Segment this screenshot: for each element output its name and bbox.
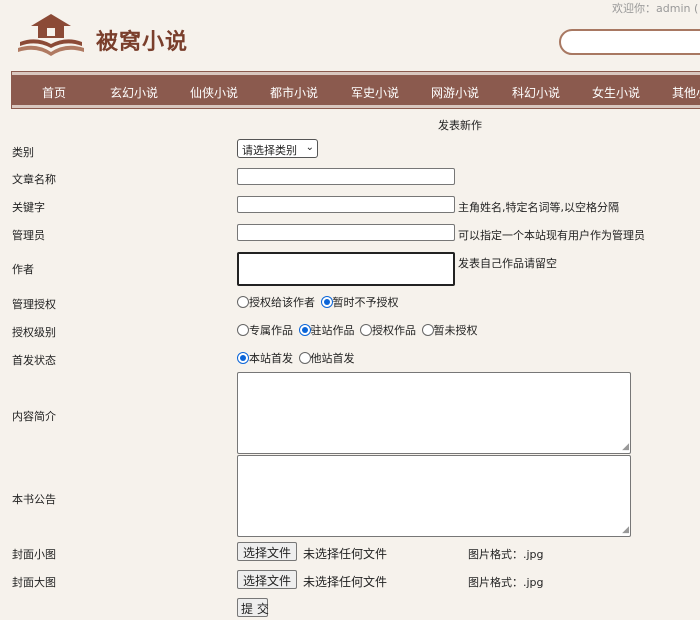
keywords-input[interactable] [237, 196, 455, 213]
cover-small-file-button[interactable]: 选择文件 [237, 542, 298, 561]
auth-manage-option-none[interactable]: 暂时不予授权 [320, 294, 399, 310]
cover-large-label: 封面大图 [12, 576, 56, 589]
submit-button[interactable]: 提 交 [237, 598, 269, 617]
cover-large-file-button[interactable]: 选择文件 [237, 570, 298, 589]
page-title: 发表新作 [438, 119, 482, 132]
nav-item-wangyou[interactable]: 网游小说 [431, 84, 479, 101]
cover-large-format: 图片格式：.jpg [468, 576, 544, 589]
admin-hint: 可以指定一个本站现有用户作为管理员 [458, 229, 645, 242]
author-hint: 发表自己作品请留空 [458, 257, 557, 270]
title-input[interactable] [237, 168, 455, 185]
radio-checked-icon[interactable] [298, 324, 311, 336]
nav-item-junshi[interactable]: 军史小说 [351, 84, 399, 101]
resize-grip-icon[interactable]: ◢ [622, 526, 629, 535]
author-input[interactable] [237, 252, 455, 286]
auth-level-option-licensed[interactable]: 授权作品 [360, 322, 416, 338]
auth-manage-option-author[interactable]: 授权给该作者 [237, 294, 315, 310]
intro-label: 内容简介 [12, 410, 56, 423]
keywords-hint: 主角姓名,特定名词等,以空格分隔 [458, 201, 619, 214]
first-pub-label: 首发状态 [12, 354, 56, 367]
nav-item-xuanhuan[interactable]: 玄幻小说 [110, 84, 158, 101]
auth-manage-group: 授权给该作者 暂时不予授权 [237, 294, 401, 310]
auth-level-label: 授权级别 [12, 326, 56, 339]
first-pub-option-other[interactable]: 他站首发 [298, 350, 355, 366]
radio-icon[interactable] [298, 352, 311, 364]
search-input[interactable] [559, 29, 700, 55]
cover-small-label: 封面小图 [12, 548, 56, 561]
resize-grip-icon[interactable]: ◢ [622, 443, 629, 452]
auth-manage-label: 管理授权 [12, 298, 56, 311]
radio-icon[interactable] [237, 324, 249, 336]
nav-item-kehuan[interactable]: 科幻小说 [512, 84, 560, 101]
site-brand: 被窝小说 [96, 30, 189, 55]
nav-item-nvsheng[interactable]: 女生小说 [592, 84, 640, 101]
radio-checked-icon[interactable] [320, 296, 333, 308]
welcome-text: 欢迎你：admin ( [612, 2, 699, 15]
category-selected: 请选择类别 [242, 144, 297, 157]
nav-item-xianxia[interactable]: 仙侠小说 [190, 84, 238, 101]
cover-large-file-status: 未选择任何文件 [303, 575, 388, 589]
title-label: 文章名称 [12, 173, 56, 186]
author-label: 作者 [12, 263, 34, 276]
admin-input[interactable] [237, 224, 455, 241]
radio-icon[interactable] [237, 296, 249, 308]
radio-icon[interactable] [360, 324, 372, 336]
nav-item-dushi[interactable]: 都市小说 [270, 84, 318, 101]
auth-level-option-unlicensed[interactable]: 暂未授权 [421, 322, 478, 338]
auth-level-group: 专属作品 驻站作品 授权作品 暂未授权 [237, 322, 480, 338]
chevron-down-icon: ⌄ [305, 142, 314, 153]
radio-checked-icon[interactable] [237, 352, 249, 364]
cover-small-format: 图片格式：.jpg [468, 548, 544, 561]
cover-small-file-status: 未选择任何文件 [303, 547, 388, 561]
first-pub-option-local[interactable]: 本站首发 [237, 350, 293, 366]
main-nav: 首页 玄幻小说 仙侠小说 都市小说 军史小说 网游小说 科幻小说 女生小说 其他… [11, 71, 700, 109]
first-pub-group: 本站首发 他站首发 [237, 350, 357, 366]
nav-item-home[interactable]: 首页 [42, 84, 66, 101]
category-select[interactable]: 请选择类别 ⌄ [237, 139, 318, 158]
notice-textarea[interactable]: ◢ [237, 455, 631, 537]
radio-icon[interactable] [421, 324, 434, 336]
keywords-label: 关键字 [12, 201, 45, 214]
intro-textarea[interactable]: ◢ [237, 372, 631, 454]
admin-label: 管理员 [12, 229, 45, 242]
auth-level-option-exclusive[interactable]: 专属作品 [237, 322, 293, 338]
book-logo-icon [18, 14, 84, 56]
category-label: 类别 [12, 146, 34, 159]
nav-item-other[interactable]: 其他小 [672, 84, 700, 101]
auth-level-option-resident[interactable]: 驻站作品 [298, 322, 355, 338]
notice-label: 本书公告 [12, 493, 56, 506]
